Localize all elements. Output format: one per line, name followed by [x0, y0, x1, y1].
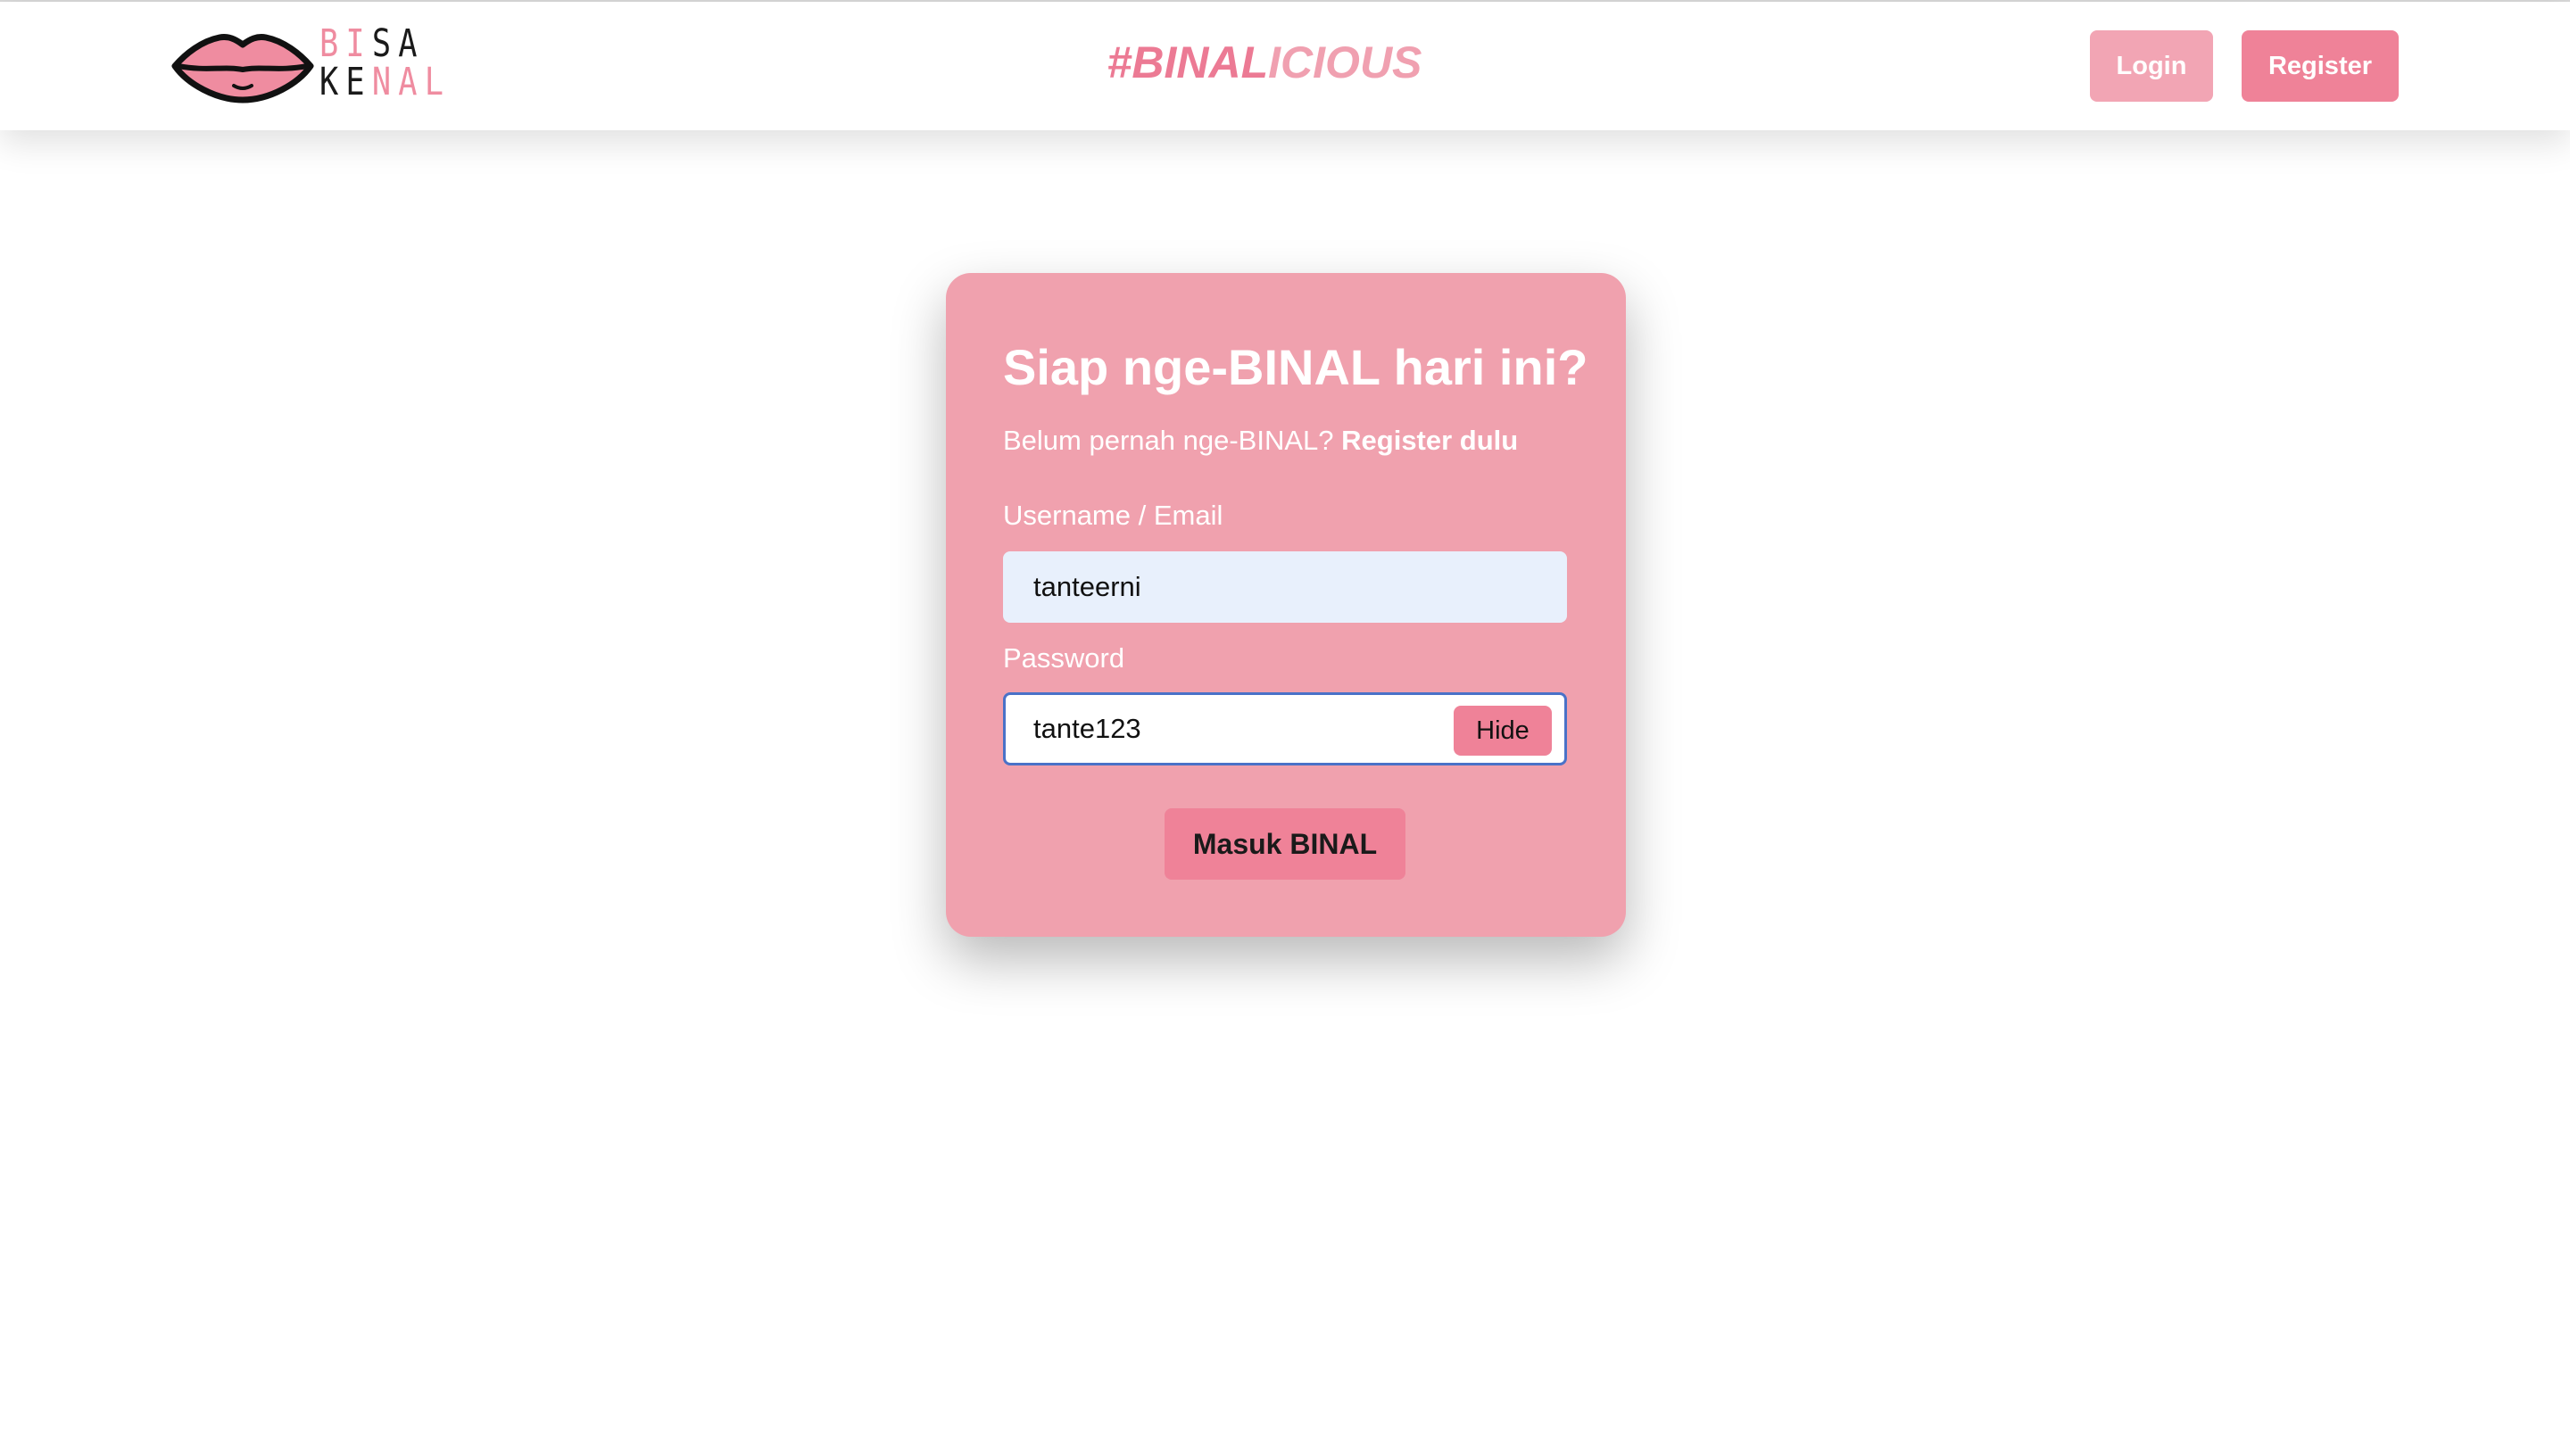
login-button[interactable]: Login	[2090, 30, 2213, 102]
login-card: Siap nge-BINAL hari ini? Belum pernah ng…	[946, 273, 1626, 937]
register-button[interactable]: Register	[2242, 30, 2399, 102]
register-prompt: Belum pernah nge-BINAL? Register dulu	[1003, 423, 1518, 459]
password-field: Hide	[1003, 692, 1567, 765]
tagline-part-binal: #BINAL	[1107, 37, 1269, 87]
password-label: Password	[1003, 642, 1125, 674]
hide-password-button[interactable]: Hide	[1454, 706, 1552, 756]
username-input[interactable]	[1003, 551, 1567, 623]
username-label: Username / Email	[1003, 500, 1223, 531]
navbar: BISA KENAL #BINALICIOUS Login Register	[0, 2, 2570, 130]
login-title: Siap nge-BINAL hari ini?	[1003, 339, 1588, 395]
submit-login-button[interactable]: Masuk BINAL	[1165, 808, 1405, 880]
register-prompt-text: Belum pernah nge-BINAL?	[1003, 425, 1334, 456]
password-input[interactable]	[1006, 695, 1434, 763]
tagline-part-icious: ICIOUS	[1268, 37, 1422, 87]
register-link[interactable]: Register dulu	[1341, 425, 1518, 456]
